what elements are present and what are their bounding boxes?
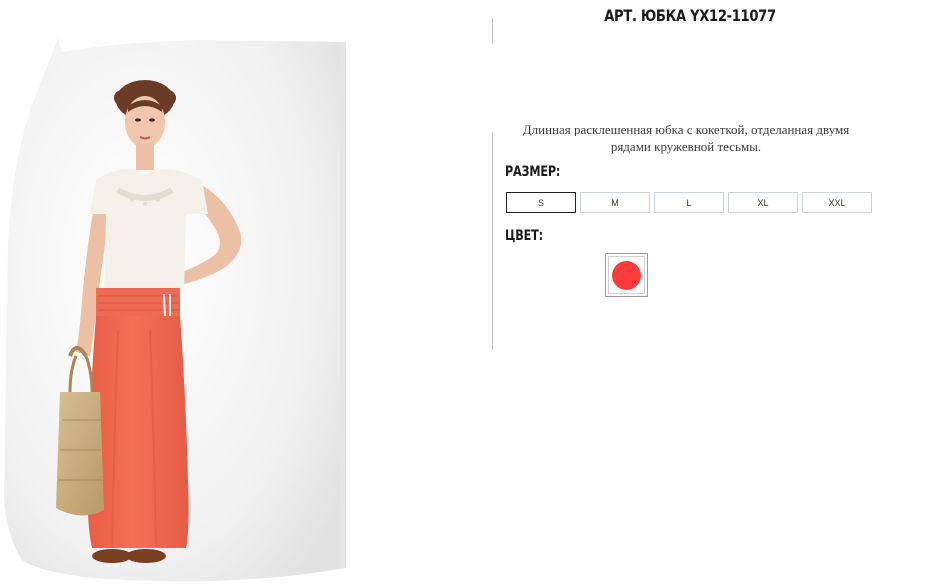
description-line-1: Длинная расклешенная юбка с кокеткой, от… — [522, 124, 850, 136]
size-option-xl[interactable]: XL — [728, 192, 798, 213]
color-label: ЦВЕТ: — [505, 228, 543, 244]
color-swatch-red[interactable] — [605, 253, 648, 297]
product-title: АРТ. ЮБКА YX12-11077 — [604, 6, 776, 25]
product-photo[interactable] — [0, 0, 350, 588]
divider-top — [492, 18, 493, 44]
size-option-l[interactable]: L — [654, 192, 724, 213]
size-option-m[interactable]: M — [580, 192, 650, 213]
product-photo-image — [4, 38, 346, 582]
color-swatch-frame — [608, 256, 645, 294]
size-label: РАЗМЕР: — [505, 164, 561, 180]
color-swatch-dot — [612, 260, 641, 290]
product-description: Длинная расклешенная юбка с кокеткой, от… — [510, 124, 862, 158]
size-selector: S M L XL XXL — [506, 192, 872, 213]
size-option-xxl[interactable]: XXL — [802, 192, 872, 213]
size-option-s[interactable]: S — [506, 192, 576, 213]
divider-main — [492, 132, 493, 350]
description-line-2: рядами кружевной тесьмы. — [610, 139, 762, 154]
